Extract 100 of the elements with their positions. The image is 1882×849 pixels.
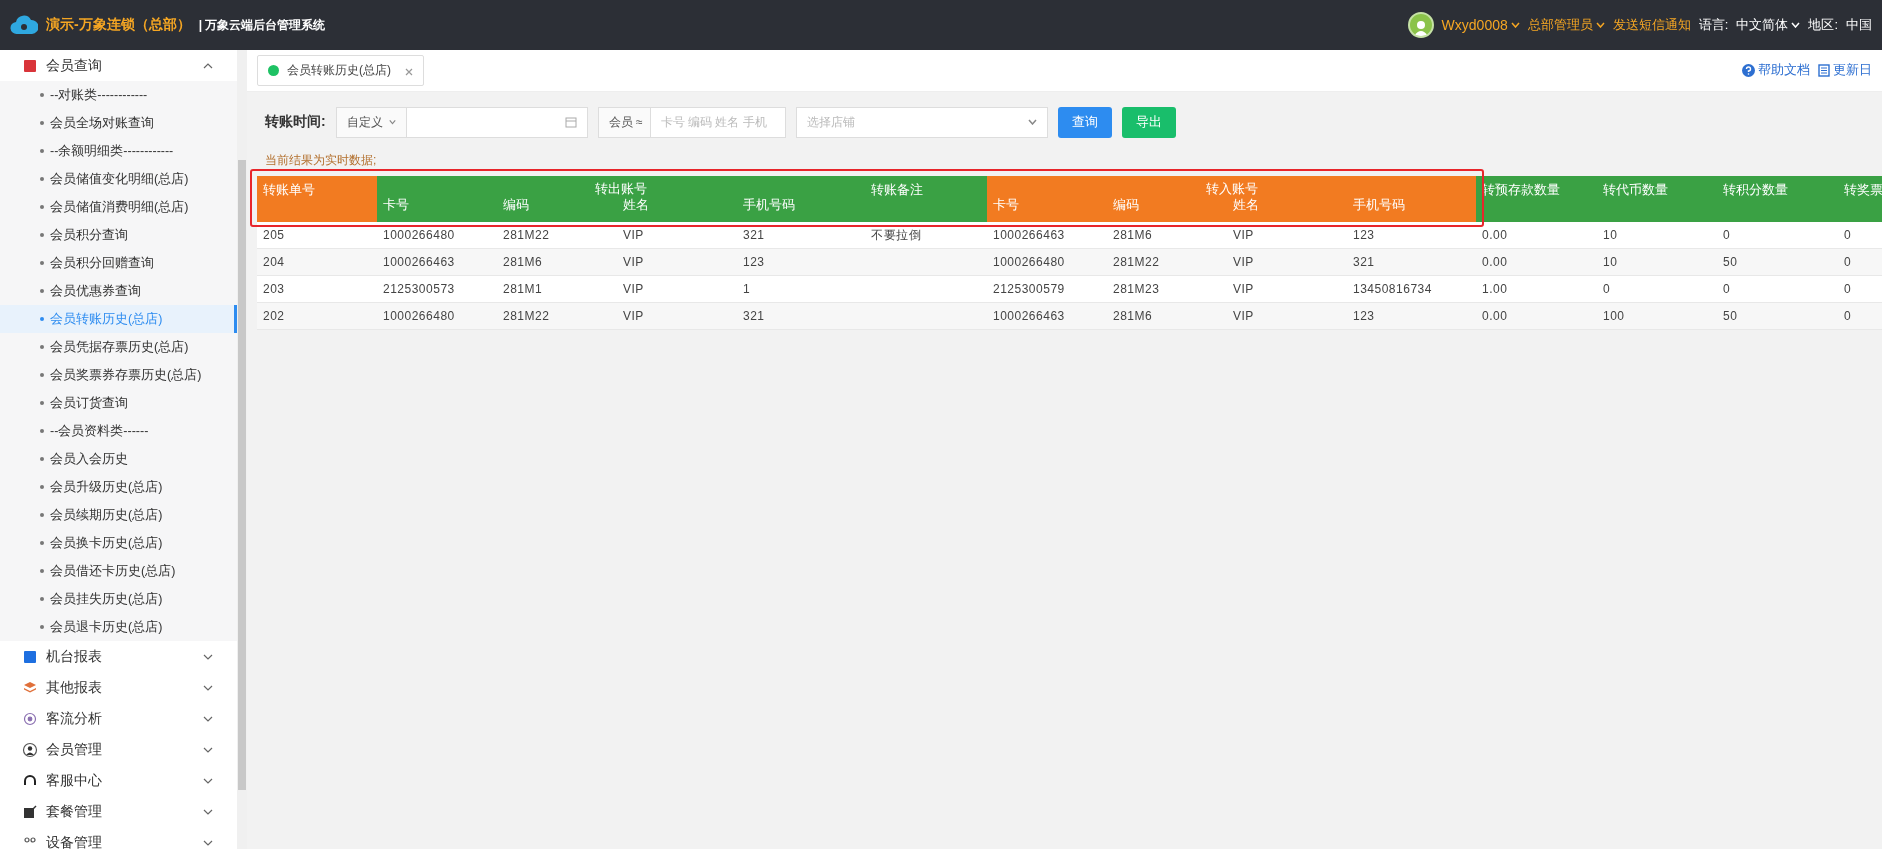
chevron-down-icon — [203, 653, 213, 660]
table-cell: 321 — [1347, 249, 1476, 276]
user-menu[interactable]: Wxyd0008 — [1441, 17, 1520, 33]
table-cell: 0.00 — [1476, 249, 1597, 276]
table-cell: 0 — [1838, 303, 1882, 330]
bullet-icon — [40, 289, 44, 293]
bullet-icon — [40, 485, 44, 489]
edit-icon — [22, 803, 38, 820]
table-cell: VIP — [617, 249, 737, 276]
sidebar-item[interactable]: 会员积分回赠查询 — [0, 249, 237, 277]
help-link[interactable]: 更新日 — [1818, 62, 1872, 79]
table-cell: 50 — [1717, 249, 1838, 276]
sms-link[interactable]: 发送短信通知 — [1612, 16, 1691, 34]
table-cell: 100 — [1597, 303, 1717, 330]
sidebar-item[interactable]: --会员资料类------ — [0, 417, 237, 445]
role-menu[interactable]: 总部管理员 — [1527, 16, 1605, 34]
sidebar-item[interactable]: 会员退卡历史(总店) — [0, 613, 237, 641]
chevron-down-icon — [203, 808, 213, 815]
chevron-down-icon — [203, 684, 213, 691]
sidebar-item[interactable]: 会员积分查询 — [0, 221, 237, 249]
sidebar-item[interactable]: 会员凭据存票历史(总店) — [0, 333, 237, 361]
table-cell: 281M22 — [1107, 249, 1227, 276]
scrollbar[interactable] — [237, 50, 247, 849]
sidebar-item[interactable]: 会员储值变化明细(总店) — [0, 165, 237, 193]
table-cell: 202 — [257, 303, 377, 330]
table-cell: 281M22 — [497, 303, 617, 330]
page-tab[interactable]: 会员转账历史(总店) — [257, 55, 424, 86]
region-menu[interactable]: 中国 — [1846, 16, 1872, 34]
table-cell: 1000266463 — [987, 303, 1107, 330]
table-cell: VIP — [1227, 249, 1347, 276]
column-group-header: 转出账号 卡号 编码 姓名 手机号码 — [377, 176, 865, 222]
sidebar-item[interactable]: 会员挂失历史(总店) — [0, 585, 237, 613]
sidebar-group[interactable]: 设备管理 — [0, 827, 237, 849]
sidebar-group[interactable]: 客服中心 — [0, 765, 237, 796]
realtime-note: 当前结果为实时数据; — [264, 152, 378, 169]
sidebar-group[interactable]: 套餐管理 — [0, 796, 237, 827]
sidebar-group[interactable]: 会员管理 — [0, 734, 237, 765]
bullet-icon — [40, 121, 44, 125]
table-cell: 123 — [1347, 303, 1476, 330]
bullet-icon — [40, 205, 44, 209]
table-cell: 0.00 — [1476, 303, 1597, 330]
sidebar-item[interactable]: 会员升级历史(总店) — [0, 473, 237, 501]
sidebar-group[interactable]: 其他报表 — [0, 672, 237, 703]
caret-icon — [1510, 22, 1520, 28]
sidebar-item[interactable]: 会员订货查询 — [0, 389, 237, 417]
bullet-icon — [40, 429, 44, 433]
table-cell: 1000266480 — [377, 303, 497, 330]
bullet-icon — [40, 261, 44, 265]
bullet-icon — [40, 457, 44, 461]
sidebar-item[interactable]: --对账类------------ — [0, 81, 237, 109]
date-range-field[interactable]: 自定义 — [335, 106, 588, 138]
chevron-down-icon — [203, 715, 213, 722]
bullet-icon — [40, 401, 44, 405]
caret-icon — [388, 119, 396, 125]
calendar-icon — [564, 116, 577, 128]
sidebar-item[interactable]: 会员借还卡历史(总店) — [0, 557, 237, 585]
cloud-logo-icon — [10, 14, 38, 36]
person-icon — [22, 741, 38, 758]
sidebar-group[interactable]: 机台报表 — [0, 641, 237, 672]
sidebar-item[interactable]: 会员入会历史 — [0, 445, 237, 473]
chevron-down-icon — [203, 839, 213, 846]
language-label: 语言: — [1698, 16, 1729, 34]
bullet-icon — [40, 569, 44, 573]
sidebar-item[interactable]: 会员优惠券查询 — [0, 277, 237, 305]
language-menu[interactable]: 中文简体 — [1736, 16, 1801, 34]
bullet-icon — [40, 373, 44, 377]
brand-name: 演示-万象连锁（总部） — [46, 16, 191, 34]
chevron-up-icon — [203, 62, 213, 69]
filter-label: 转账时间: — [265, 113, 326, 131]
help-icon — [1742, 64, 1755, 77]
help-link[interactable]: 帮助文档 — [1742, 62, 1810, 79]
table-cell: 50 — [1717, 303, 1838, 330]
sidebar-item[interactable]: 会员换卡历史(总店) — [0, 529, 237, 557]
sidebar-item[interactable]: 会员储值消费明细(总店) — [0, 193, 237, 221]
table-cell: 321 — [737, 303, 865, 330]
sidebar-item[interactable]: 会员奖票券存票历史(总店) — [0, 361, 237, 389]
sidebar-group[interactable]: 客流分析 — [0, 703, 237, 734]
column-header: 转代币数量 — [1597, 176, 1717, 222]
table-cell: VIP — [617, 303, 737, 330]
region-label: 地区: — [1808, 16, 1838, 34]
sidebar-group[interactable]: 会员查询 — [0, 50, 237, 81]
table-cell: 0 — [1838, 249, 1882, 276]
chevron-down-icon — [203, 777, 213, 784]
table-cell: 281M6 — [1107, 303, 1227, 330]
table-cell: 1000266463 — [377, 249, 497, 276]
member-search-field[interactable]: 会员 ≈ 卡号 编码 姓名 手机 — [597, 106, 786, 138]
sidebar-item[interactable]: 会员续期历史(总店) — [0, 501, 237, 529]
book-icon — [22, 648, 38, 665]
sidebar-item[interactable]: --余额明细类------------ — [0, 137, 237, 165]
table-cell: 10 — [1597, 249, 1717, 276]
bullet-icon — [40, 149, 44, 153]
caret-icon — [1595, 22, 1605, 28]
column-header: 转账单号 — [257, 176, 377, 222]
caret-icon — [1791, 22, 1801, 28]
sidebar-item[interactable]: 会员全场对账查询 — [0, 109, 237, 137]
bullet-icon — [40, 541, 44, 545]
bullet-icon — [40, 317, 44, 321]
table-cell: 1000266480 — [987, 249, 1107, 276]
bullet-icon — [40, 597, 44, 601]
table-cell: 204 — [257, 249, 377, 276]
